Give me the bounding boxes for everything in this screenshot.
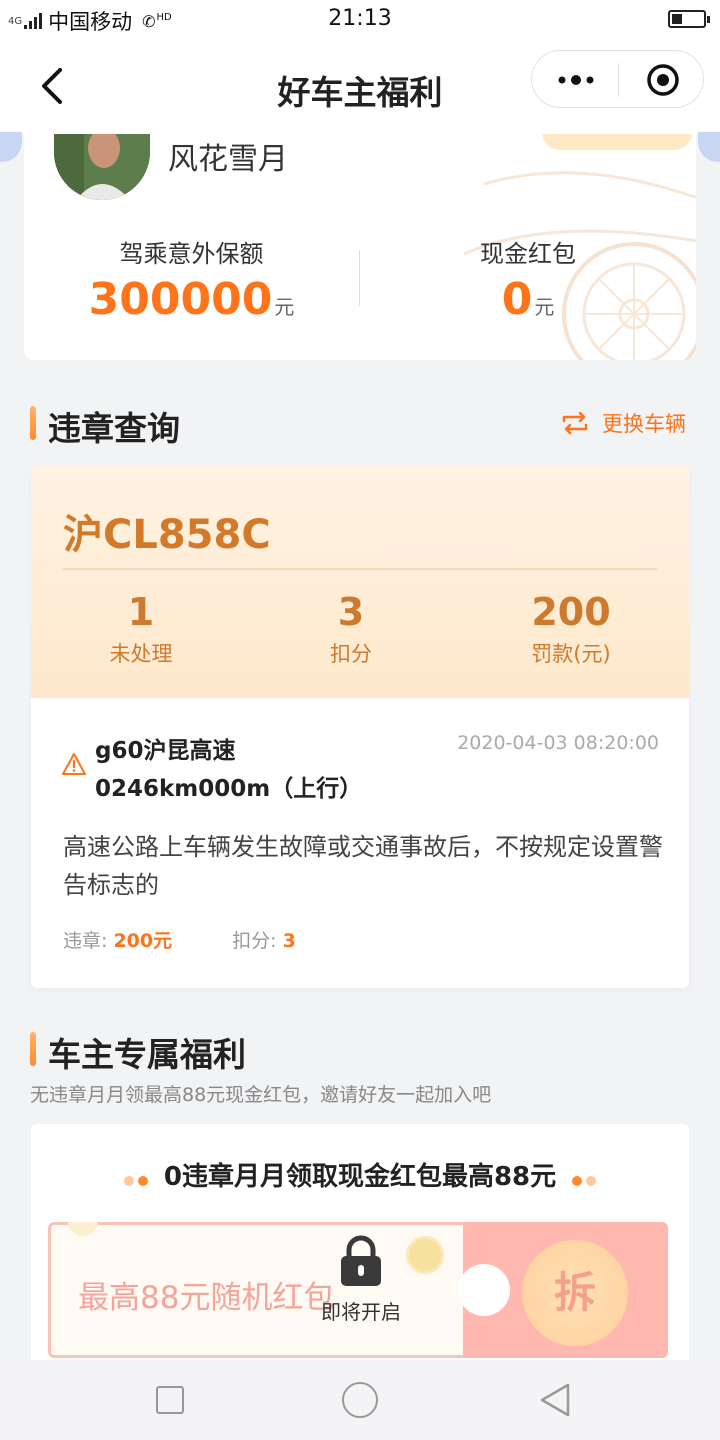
dots-decoration-left [122, 1163, 150, 1193]
target-circle-icon [647, 64, 679, 96]
status-time: 21:13 [328, 6, 392, 31]
recent-apps-button[interactable] [156, 1386, 184, 1414]
road-name: g60沪昆高速 [95, 738, 236, 764]
cash-amount: 0元 [360, 274, 696, 325]
user-name: 风花雪月 [168, 142, 288, 177]
road-position: 0246km000m（上行） [95, 776, 363, 802]
license-plate: 沪CL858C [63, 512, 271, 558]
decor-blob-left [0, 132, 22, 162]
navigation-bar: 好车主福利 [0, 40, 720, 134]
benefit-card: 0违章月月领取现金红包最高88元 最高88元随机红包 拆 即将开启 [31, 1124, 689, 1384]
open-red-packet-button[interactable]: 拆 [522, 1240, 628, 1346]
lock-overlay: 即将开启 [311, 1234, 411, 1325]
violation-location[interactable]: g60沪昆高速 0246km000m（上行） [95, 732, 362, 808]
warning-triangle-icon [61, 752, 87, 780]
lock-icon [341, 1235, 381, 1286]
coin-icon [406, 1236, 444, 1274]
close-miniprogram-button[interactable] [646, 63, 680, 97]
avatar[interactable] [54, 134, 150, 200]
unprocessed-count: 1 [127, 590, 155, 634]
penalty-points-value: 3 [282, 930, 296, 952]
points-stat[interactable]: 3 扣分 [261, 590, 441, 668]
more-button[interactable] [554, 66, 598, 94]
decor-blob-right [698, 132, 720, 162]
capsule-divider [618, 63, 619, 97]
insurance-amount: 300000 元 [24, 274, 359, 325]
lock-text: 即将开启 [321, 1300, 401, 1324]
violation-description: 高速公路上车辆发生故障或交通事故后，不按规定设置警告标志的 [63, 833, 663, 899]
points-count: 3 [337, 590, 365, 634]
fine-stat[interactable]: 200 罚款(元) [481, 590, 661, 668]
dots-decoration-right [570, 1163, 598, 1193]
switch-vehicle-label: 更换车辆 [602, 412, 686, 436]
coupon-notch [458, 1264, 510, 1316]
benefit-subtitle: 无违章月月领最高88元现金红包，邀请好友一起加入吧 [30, 1084, 492, 1106]
profile-card: 风花雪月 驾乘意外保额 300000 元 现金红包 0元 [24, 134, 696, 360]
insurance-unit: 元 [274, 295, 295, 319]
benefit-section-title: 车主专属福利 [48, 1035, 246, 1074]
benefit-card-title-text: 0违章月月领取现金红包最高88元 [163, 1162, 557, 1192]
miniprogram-capsule [531, 50, 704, 108]
system-navigation-bar [0, 1360, 720, 1440]
section-accent-bar [30, 406, 36, 440]
user-photo [54, 134, 150, 200]
cash-value: 0 [501, 274, 533, 325]
home-button[interactable] [342, 1382, 378, 1418]
more-dots-icon [558, 75, 594, 85]
points-label: 扣分 [330, 642, 372, 666]
insurance-label: 驾乘意外保额 [119, 240, 264, 268]
violation-card: 沪CL858C 1 未处理 3 扣分 200 罚款(元) g60沪昆高速 024… [31, 466, 689, 988]
switch-vehicle-button[interactable]: 更换车辆 [560, 408, 686, 438]
plate-divider [63, 568, 657, 570]
back-triangle-icon[interactable] [538, 1382, 572, 1418]
status-bar: 4G 中国移动 ✆HD 21:13 [0, 0, 720, 40]
promo-badge [542, 134, 692, 150]
coupon-slogan: 最高88元随机红包 [78, 1280, 335, 1316]
penalty-fine-value: 200元 [113, 930, 173, 952]
cash-label: 现金红包 [480, 240, 576, 268]
cash-unit: 元 [534, 295, 555, 319]
fine-amount: 200 [531, 590, 611, 634]
battery-icon [668, 10, 710, 28]
benefit-card-title: 0违章月月领取现金红包最高88元 [31, 1156, 689, 1193]
violation-section-title: 违章查询 [48, 409, 180, 448]
section-accent-bar [30, 1032, 36, 1066]
fine-label: 罚款(元) [531, 642, 611, 666]
violation-time: 2020-04-03 08:20:00 [457, 732, 659, 754]
swap-arrows-icon [562, 411, 588, 435]
violation-penalty-row: 违章: 200元 扣分: 3 [63, 926, 296, 953]
plate-summary: 沪CL858C 1 未处理 3 扣分 200 罚款(元) [31, 466, 689, 698]
insurance-value: 300000 [88, 274, 273, 325]
penalty-fine-label: 违章: [63, 930, 114, 952]
penalty-points-label: 扣分: [232, 930, 283, 952]
unprocessed-label: 未处理 [109, 642, 173, 666]
unprocessed-stat[interactable]: 1 未处理 [51, 590, 231, 668]
